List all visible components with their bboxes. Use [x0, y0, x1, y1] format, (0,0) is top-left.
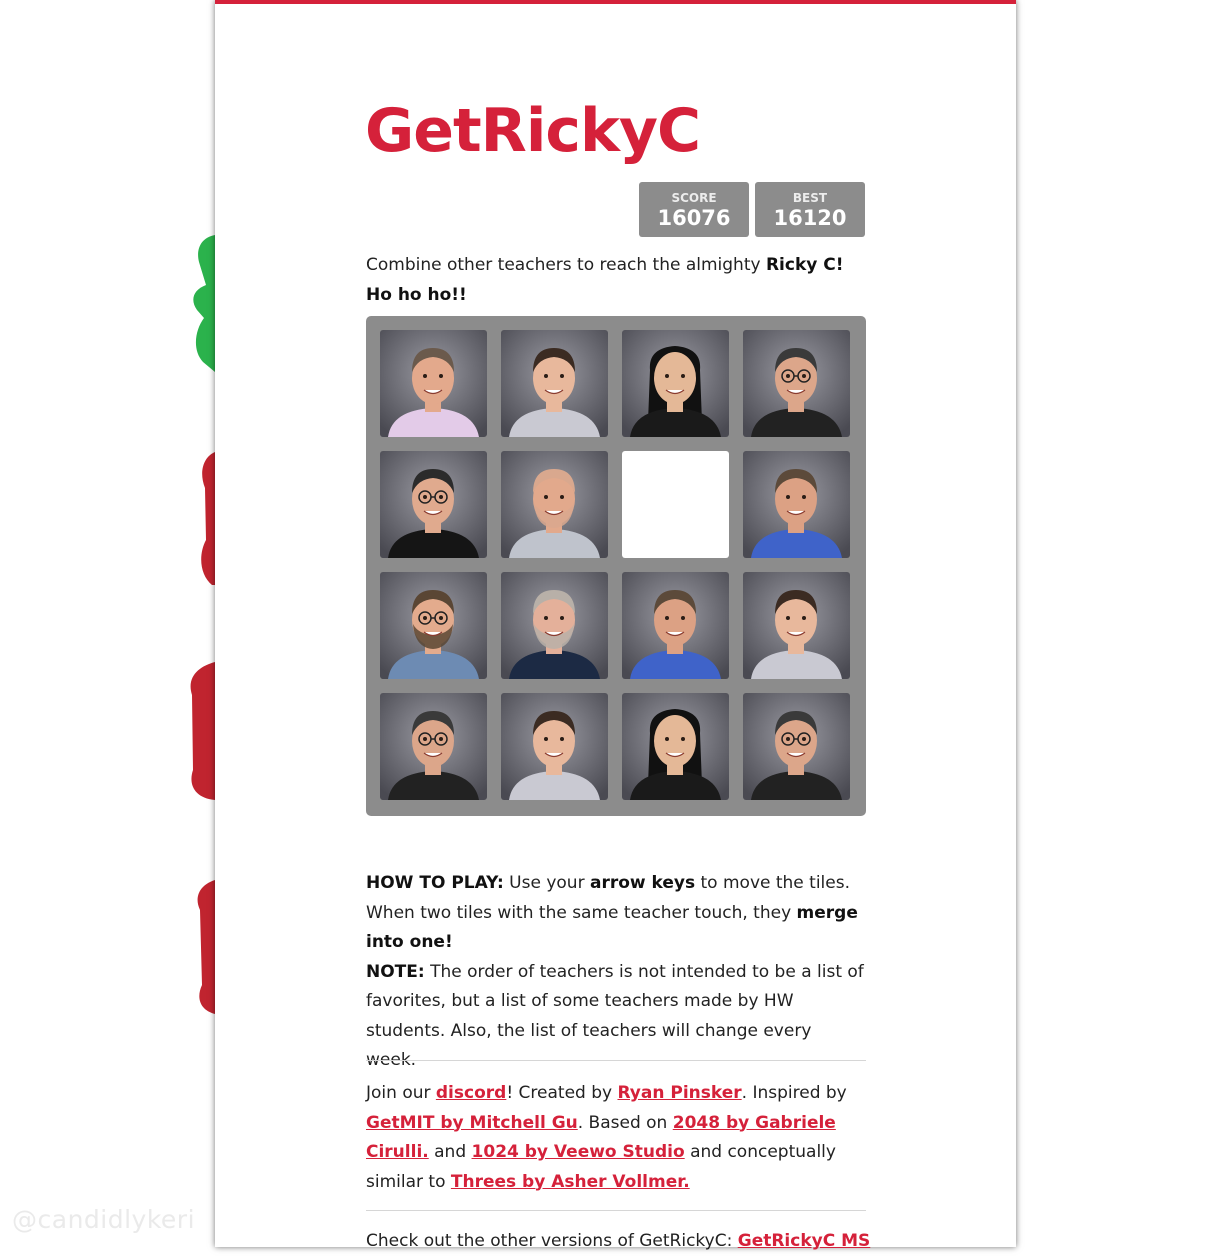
intro-text: Combine other teachers to reach the almi…	[366, 255, 844, 305]
teacher-tile	[743, 451, 850, 558]
divider	[366, 1210, 866, 1211]
best-label: BEST	[792, 191, 828, 205]
score-label: SCORE	[671, 191, 717, 205]
watermark: @candidlykeri	[12, 1205, 196, 1234]
teacher-tile	[743, 572, 850, 679]
arrow-keys-text: arrow keys	[589, 873, 696, 893]
other-versions: Check out the other versions of GetRicky…	[366, 1231, 871, 1251]
background-decoration	[190, 235, 215, 1014]
teacher-tile	[501, 693, 608, 800]
teacher-tile	[501, 330, 608, 437]
teacher-tile	[622, 572, 729, 679]
empty-tile	[622, 451, 729, 558]
other-version-link[interactable]: GetRickyC MS	[738, 1231, 871, 1251]
best-value: 16120	[773, 206, 847, 230]
divider	[366, 1060, 866, 1061]
getmit-link[interactable]: GetMIT by Mitchell Gu	[366, 1113, 578, 1133]
teacher-tile	[622, 330, 729, 437]
link-1024[interactable]: 1024 by Veewo Studio	[472, 1142, 685, 1162]
score-value: 16076	[657, 206, 731, 230]
note-text: The order of teachers is not intended to…	[366, 961, 864, 1071]
how-to-play-heading: HOW TO PLAY:	[366, 873, 504, 893]
note-heading: NOTE:	[366, 961, 425, 982]
credits: Join our discord! Created by Ryan Pinske…	[366, 1083, 847, 1192]
best-box: BEST 16120	[755, 182, 865, 237]
teacher-tile	[501, 572, 608, 679]
teacher-tile	[380, 451, 487, 558]
teacher-tile	[743, 330, 850, 437]
teacher-tile	[501, 451, 608, 558]
game-board[interactable]	[366, 316, 866, 816]
game-page: GetRickyC SCORE 16076 BEST 16120 Combine…	[215, 0, 1016, 1251]
discord-link[interactable]: discord	[436, 1083, 506, 1103]
game-title: GetRickyC	[365, 96, 701, 166]
how-to-play: HOW TO PLAY: Use your arrow keys to move…	[366, 873, 864, 1071]
threes-link[interactable]: Threes by Asher Vollmer.	[451, 1172, 690, 1192]
teacher-tile	[380, 572, 487, 679]
teacher-tile	[743, 693, 850, 800]
author-link[interactable]: Ryan Pinsker	[617, 1083, 741, 1103]
teacher-tile	[380, 330, 487, 437]
teacher-tile	[622, 693, 729, 800]
score-box: SCORE 16076	[639, 182, 749, 237]
teacher-tile	[380, 693, 487, 800]
